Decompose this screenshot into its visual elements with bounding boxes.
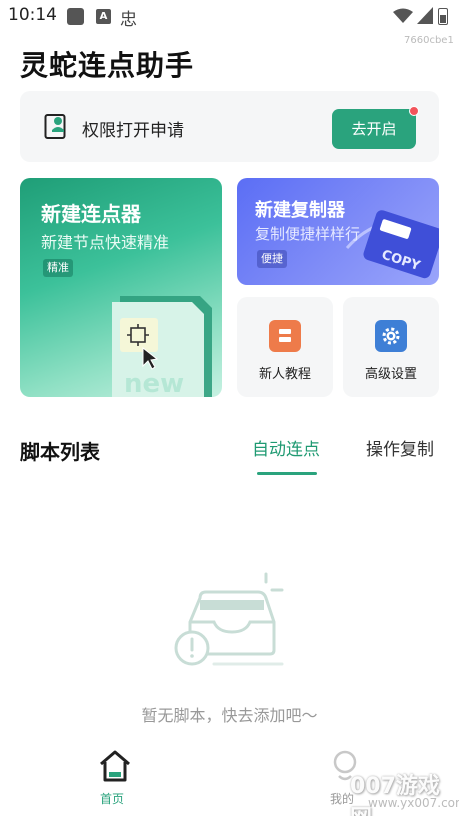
- version-label: 7660cbe1: [404, 35, 454, 46]
- watermark-url: www.yx007.com: [368, 796, 459, 810]
- signal-icon: [417, 7, 433, 24]
- new-copier-badge: 便捷: [257, 250, 287, 268]
- permission-text: 权限打开申请: [82, 121, 184, 141]
- notification-dot: [409, 106, 419, 116]
- enable-permission-button[interactable]: 去开启: [332, 109, 416, 149]
- advanced-settings-label: 高级设置: [364, 367, 417, 382]
- document-icon: [269, 320, 301, 352]
- empty-inbox-icon: [174, 572, 284, 666]
- empty-state-text: 暂无脚本，快去添加吧～: [141, 706, 318, 725]
- clicker-art-text: new: [124, 369, 184, 397]
- status-time: 10:14: [8, 5, 57, 25]
- tab-auto-click[interactable]: 自动连点: [252, 435, 320, 460]
- permission-document-icon: [44, 114, 66, 139]
- new-copier-title: 新建复制器: [255, 200, 345, 221]
- wifi-icon: [393, 8, 413, 23]
- script-list-title: 脚本列表: [20, 440, 100, 464]
- new-clicker-subtitle: 新建节点快速精准: [41, 233, 170, 252]
- new-clicker-badge: 精准: [43, 259, 73, 277]
- battery-icon: [438, 8, 448, 25]
- tutorial-label: 新人教程: [258, 367, 311, 382]
- new-copier-subtitle: 复制便捷样样行: [255, 225, 361, 243]
- active-tab-indicator: [257, 472, 317, 475]
- nav-home-label[interactable]: 首页: [100, 790, 124, 807]
- notification-app-icon: [67, 8, 84, 25]
- home-icon[interactable]: [97, 748, 133, 784]
- app-title: 灵蛇连点助手: [20, 49, 195, 82]
- gear-icon: [375, 320, 407, 352]
- new-clicker-title: 新建连点器: [41, 202, 141, 226]
- notification-glyph: 忠: [120, 10, 137, 30]
- tab-operation-copy[interactable]: 操作复制: [366, 435, 434, 460]
- notification-a-icon: A: [96, 9, 111, 24]
